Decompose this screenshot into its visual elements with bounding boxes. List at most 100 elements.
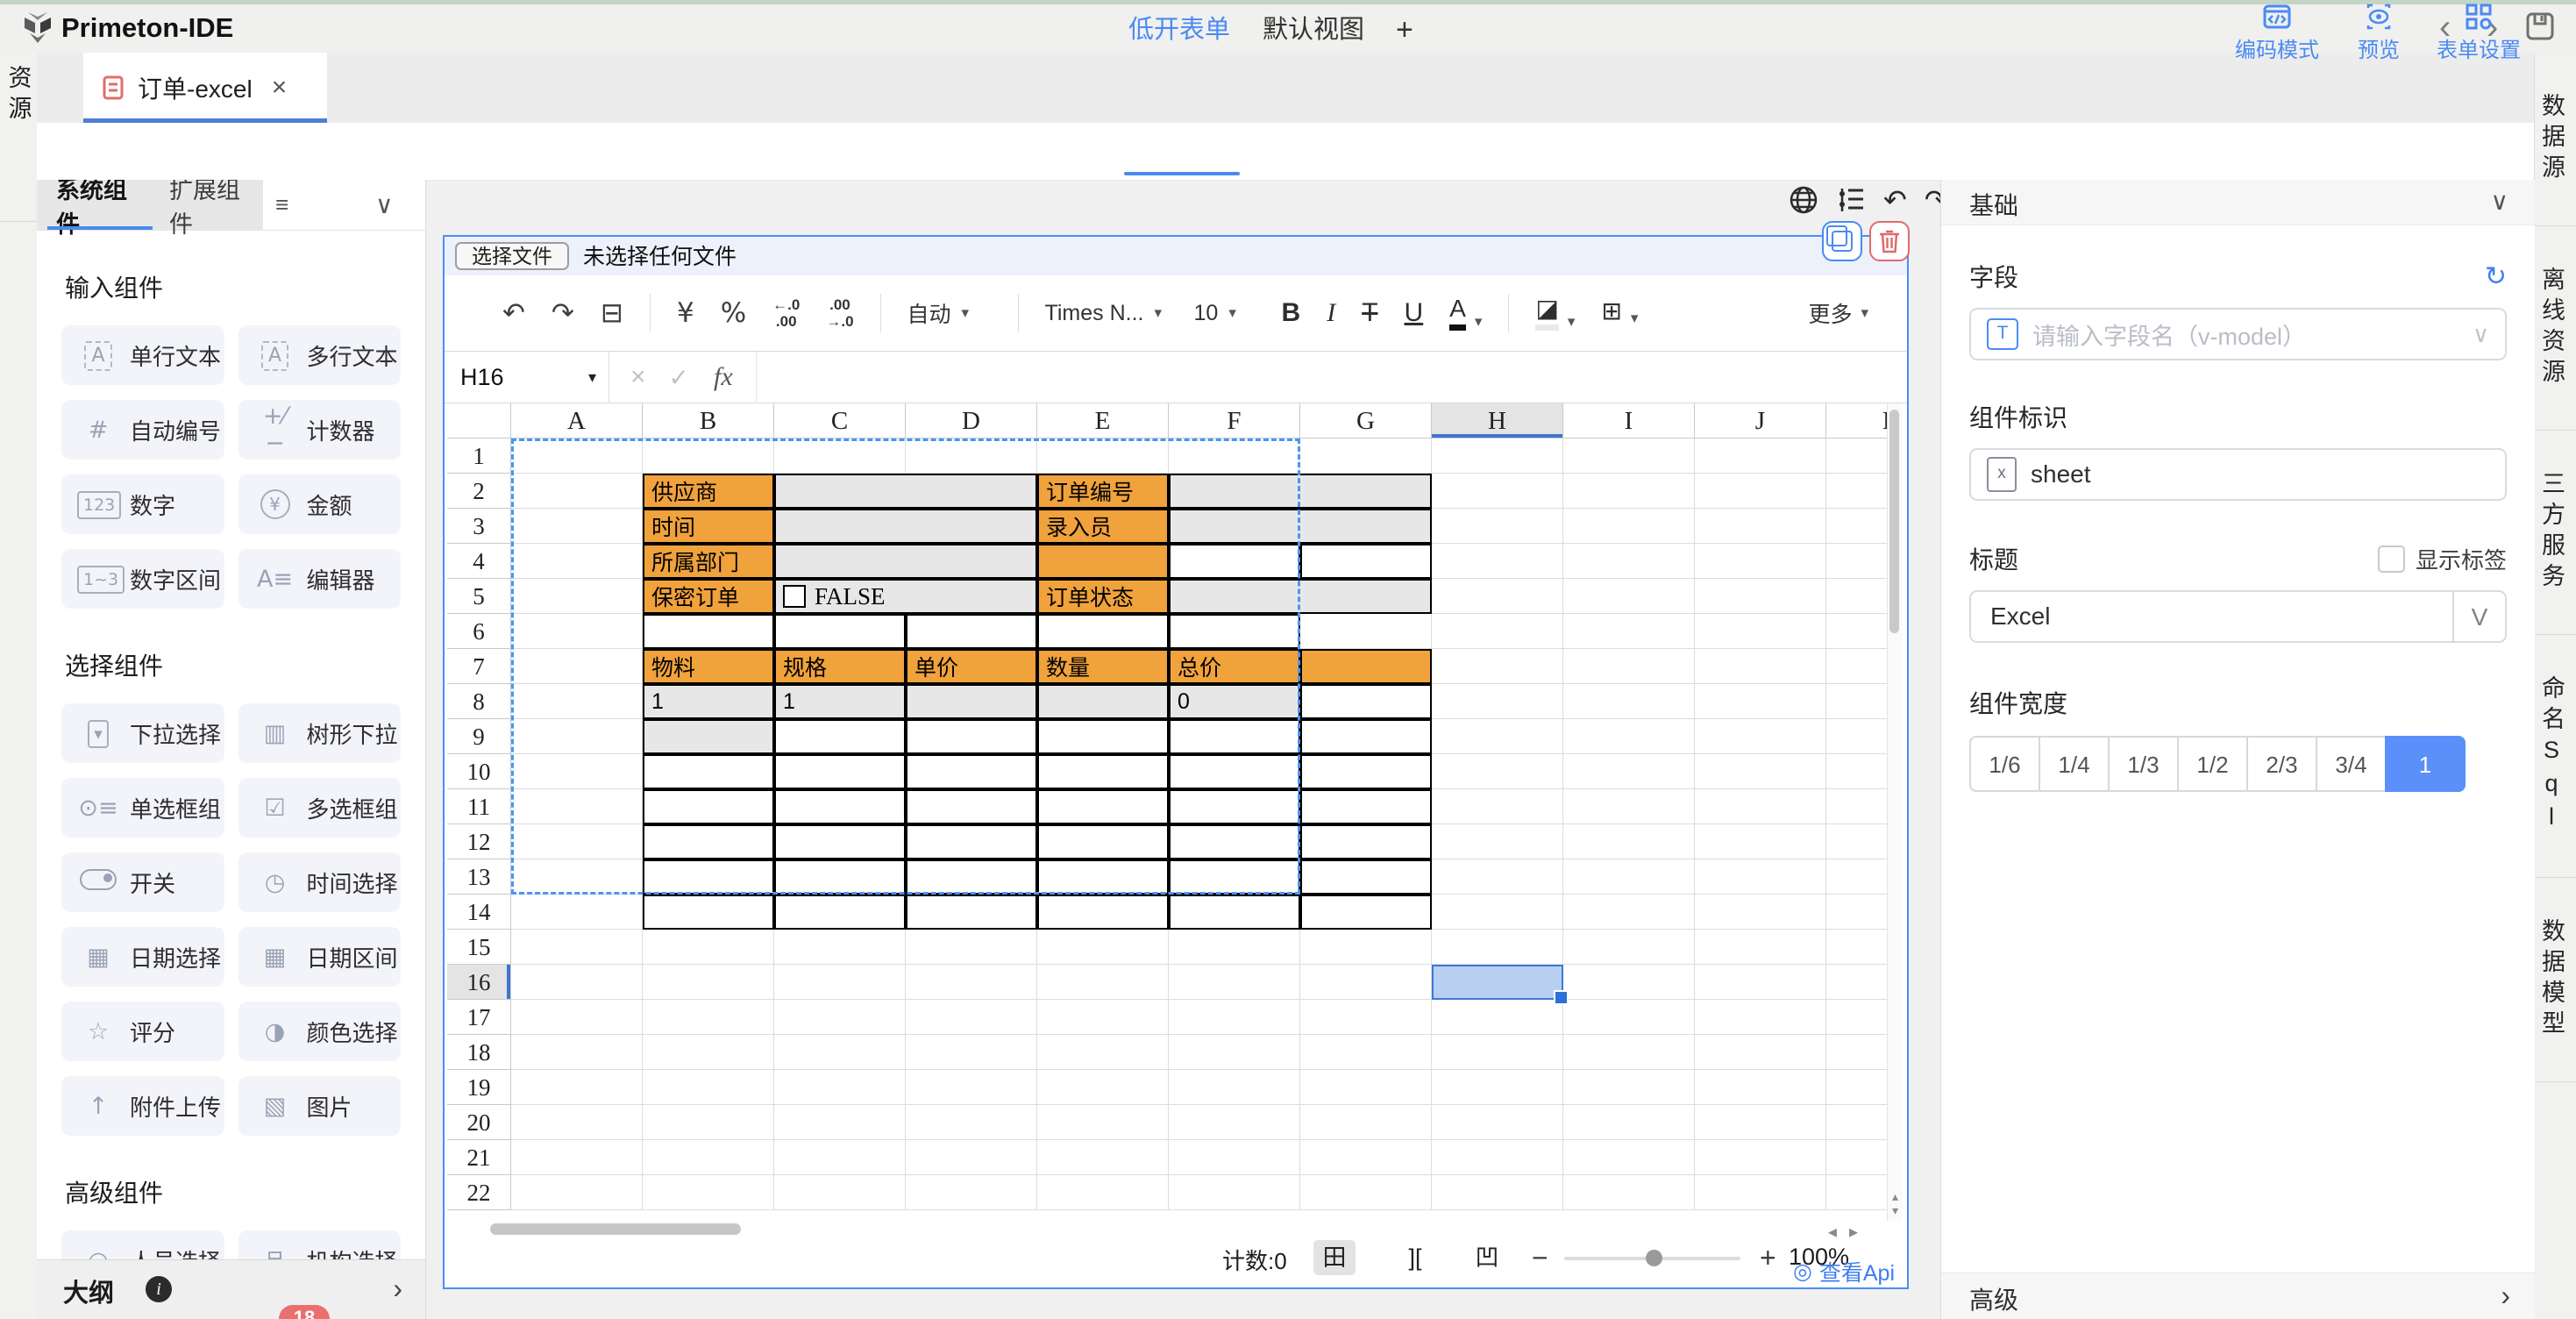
cell-C6[interactable]: [774, 614, 906, 649]
component-item[interactable]: ◷时间选择: [238, 852, 402, 912]
component-item[interactable]: ▥树形下拉: [238, 703, 402, 763]
fill-handle[interactable]: [1554, 990, 1569, 1005]
caret-down-icon[interactable]: ▾: [1631, 310, 1639, 327]
cell-F8[interactable]: 0: [1169, 684, 1300, 719]
cell-D13[interactable]: [906, 859, 1037, 895]
vertical-scrollbar-thumb[interactable]: [1889, 410, 1899, 633]
caret-down-icon[interactable]: ▾: [1568, 313, 1576, 331]
basic-collapse-icon[interactable]: ∨: [2491, 187, 2509, 216]
cell-E4[interactable]: [1037, 544, 1169, 579]
cell-E9[interactable]: [1037, 719, 1169, 754]
more-button[interactable]: 更多▾: [1808, 297, 1868, 329]
title-input[interactable]: Excel V: [1969, 590, 2507, 643]
column-header-B[interactable]: B: [643, 403, 774, 438]
row-header-8[interactable]: 8: [447, 684, 511, 719]
advanced-section-header[interactable]: 高级 ›: [1941, 1273, 2535, 1319]
cell-G9[interactable]: [1300, 719, 1432, 754]
outline-tree-icon[interactable]: [1836, 185, 1866, 215]
cell-B3[interactable]: 时间: [643, 509, 774, 544]
cell-E5[interactable]: 订单状态: [1037, 579, 1169, 614]
cell-G8[interactable]: [1300, 684, 1432, 719]
cell-B10[interactable]: [643, 754, 774, 789]
basic-section-header[interactable]: 基础 ∨: [1941, 180, 2535, 225]
component-item[interactable]: ☆评分: [61, 1002, 224, 1061]
sidebar-collapse-icon[interactable]: ∨: [375, 180, 394, 230]
decrease-decimal-icon[interactable]: ←.0.00: [772, 296, 800, 330]
cell-E7[interactable]: 数量: [1037, 649, 1169, 684]
cell-B6[interactable]: [643, 614, 774, 649]
select-file-button[interactable]: 选择文件: [455, 242, 569, 270]
cell-F7[interactable]: 总价: [1169, 649, 1300, 684]
cell-D6[interactable]: [906, 614, 1037, 649]
cell-B2[interactable]: 供应商: [643, 474, 774, 509]
horizontal-scrollbar[interactable]: ◂▸: [445, 1221, 1882, 1238]
cell-G12[interactable]: [1300, 824, 1432, 859]
grid-view-button[interactable]: 田: [1313, 1240, 1356, 1275]
outline-expand-icon[interactable]: ›: [393, 1273, 402, 1305]
rail-item-0[interactable]: 数据源: [2535, 53, 2576, 226]
name-box-caret-icon[interactable]: ▾: [588, 368, 596, 387]
delete-component-button[interactable]: [1869, 221, 1910, 261]
cell-C4[interactable]: [774, 544, 1037, 579]
undo-icon[interactable]: ↶: [502, 297, 525, 329]
cell-E2[interactable]: 订单编号: [1037, 474, 1169, 509]
italic-button[interactable]: I: [1327, 298, 1335, 328]
row-header-16[interactable]: 16: [447, 965, 511, 1000]
cell-G14[interactable]: [1300, 895, 1432, 930]
component-item[interactable]: +⁄−计数器: [238, 400, 402, 460]
field-name-input[interactable]: T 请输入字段名（v-model） ∨: [1969, 308, 2507, 360]
column-header-G[interactable]: G: [1300, 403, 1432, 438]
cell-D12[interactable]: [906, 824, 1037, 859]
cell-C9[interactable]: [774, 719, 906, 754]
cell-D11[interactable]: [906, 789, 1037, 824]
column-header-K[interactable]: K: [1826, 403, 1887, 438]
component-item[interactable]: #自动编号: [61, 400, 224, 460]
component-item[interactable]: ⊙≡单选框组: [61, 778, 224, 838]
globe-icon[interactable]: [1789, 185, 1818, 215]
cell-B8[interactable]: 1: [643, 684, 774, 719]
caret-down-icon[interactable]: ▾: [1228, 304, 1236, 322]
fill-color-button[interactable]: ◪▾: [1535, 296, 1575, 331]
sheet-corner[interactable]: [447, 403, 511, 438]
component-item[interactable]: A单行文本: [61, 325, 224, 385]
cell-B7[interactable]: 物料: [643, 649, 774, 684]
formula-cancel-icon[interactable]: ×: [630, 362, 646, 392]
cell-F11[interactable]: [1169, 789, 1300, 824]
strikethrough-button[interactable]: T: [1362, 298, 1377, 328]
excel-sheet-component[interactable]: 选择文件 未选择任何文件 ↶↷⊟¥%←.0.00.00→.0自动▾Times N…: [443, 235, 1909, 1289]
cell-C13[interactable]: [774, 859, 906, 895]
column-header-I[interactable]: I: [1563, 403, 1695, 438]
rail-item-2[interactable]: 三方服务: [2535, 431, 2576, 635]
row-header-7[interactable]: 7: [447, 649, 511, 684]
component-item[interactable]: 123数字: [61, 474, 224, 534]
cell-E11[interactable]: [1037, 789, 1169, 824]
component-item[interactable]: ↑附件上传: [61, 1076, 224, 1136]
false-checkbox[interactable]: [783, 585, 806, 608]
row-header-12[interactable]: 12: [447, 824, 511, 859]
cell-C8[interactable]: 1: [774, 684, 906, 719]
preview-button[interactable]: 预览: [2322, 3, 2436, 55]
show-label-checkbox[interactable]: [2378, 545, 2405, 573]
cell-C7[interactable]: 规格: [774, 649, 906, 684]
field-select-caret-icon[interactable]: ∨: [2473, 321, 2489, 348]
width-option-1-6[interactable]: 1/6: [1969, 736, 2040, 792]
cell-E13[interactable]: [1037, 859, 1169, 895]
cell-D7[interactable]: 单价: [906, 649, 1037, 684]
cell-D10[interactable]: [906, 754, 1037, 789]
component-item[interactable]: ▾下拉选择: [61, 703, 224, 763]
view-api-link[interactable]: ◎ 查看Api: [1793, 1256, 1895, 1287]
variable-suffix-button[interactable]: V: [2452, 592, 2505, 641]
cell-C3[interactable]: [774, 509, 1037, 544]
row-header-11[interactable]: 11: [447, 789, 511, 824]
add-view-button[interactable]: +: [1396, 7, 1413, 53]
caret-down-icon[interactable]: ▾: [1155, 304, 1163, 322]
outline-bar[interactable]: 大纲 i 18 ›: [37, 1259, 425, 1319]
advanced-expand-icon[interactable]: ›: [2501, 1280, 2510, 1312]
cell-G7[interactable]: [1300, 649, 1432, 684]
zoom-out-button[interactable]: −: [1532, 1240, 1548, 1275]
cell-B11[interactable]: [643, 789, 774, 824]
row-header-17[interactable]: 17: [447, 1000, 511, 1035]
component-item[interactable]: A≡编辑器: [238, 549, 402, 609]
component-item[interactable]: A多行文本: [238, 325, 402, 385]
component-item[interactable]: 1~3数字区间: [61, 549, 224, 609]
